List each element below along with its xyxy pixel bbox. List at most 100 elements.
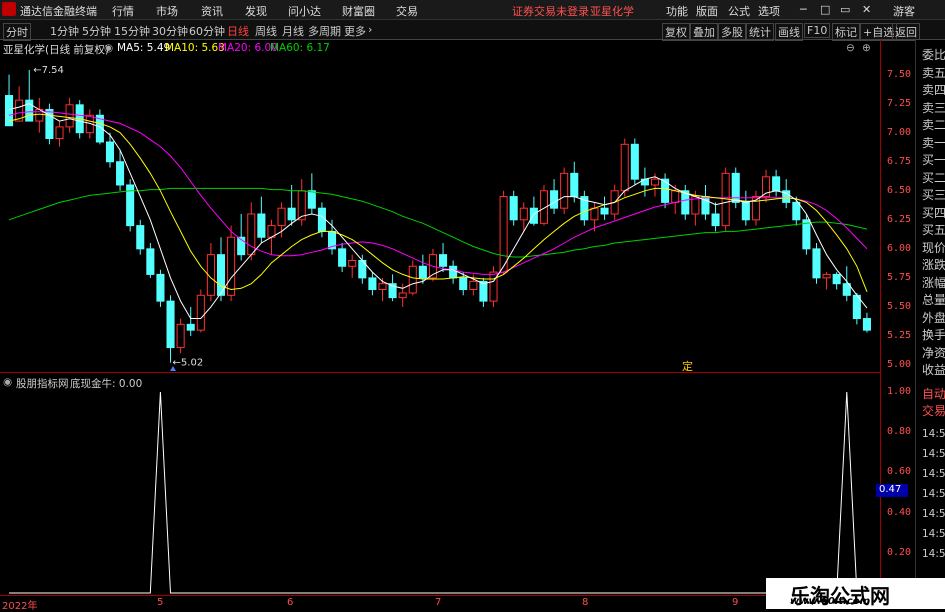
tab-weekly[interactable]: 周线 xyxy=(255,23,277,39)
order-book-label: 卖二 xyxy=(922,118,945,132)
candle-up xyxy=(499,196,508,273)
title-bar: 通达信金融终端 行情 市场 资讯 发现 问小达 财富圈 交易 证券交易未登录 亚… xyxy=(0,0,945,20)
candle-down xyxy=(600,207,609,215)
multi-stock-button[interactable]: 多股 xyxy=(718,23,746,41)
candle-down xyxy=(105,141,115,163)
tab-60min[interactable]: 60分钟 xyxy=(189,23,225,39)
price-tick-label: 5.00 xyxy=(887,359,912,370)
candle-down xyxy=(529,207,538,224)
menu-quotes[interactable]: 行情 xyxy=(112,3,134,19)
menu-wealth[interactable]: 财富圈 xyxy=(342,3,375,19)
restore-icon[interactable]: □ xyxy=(820,3,830,16)
tick-time: 14:56 xyxy=(922,488,945,500)
candle-down xyxy=(459,277,468,290)
price-axis: 7.50 7.25 7.00 6.75 6.50 6.25 6.00 5.75 5.50 5.25… xyxy=(880,40,915,609)
candle-down xyxy=(439,254,448,267)
tab-1min[interactable]: 1分钟 xyxy=(50,23,79,39)
menu-options[interactable]: 选项 xyxy=(758,3,780,19)
price-tick-label: 7.25 xyxy=(887,97,912,109)
candle-up xyxy=(277,207,286,227)
menu-discover[interactable]: 发现 xyxy=(245,3,267,19)
f10-button[interactable]: F10 xyxy=(804,23,831,38)
candle-up xyxy=(620,143,629,192)
ma5-label: MA5: 5.49 xyxy=(117,42,171,54)
candle-down xyxy=(307,190,316,209)
indicator-tick-label: 0.60 xyxy=(887,466,912,478)
indicator-line xyxy=(9,391,867,594)
candle-up xyxy=(590,207,599,221)
overlay-button[interactable]: 叠加 xyxy=(690,23,718,41)
mark-button[interactable]: 标记 xyxy=(832,23,860,41)
tab-daily[interactable]: 日线 xyxy=(227,23,249,39)
order-book-label: 总量 xyxy=(922,293,945,307)
candle-down xyxy=(772,176,781,192)
date-label-jul: 7 xyxy=(435,597,442,608)
tick-time: 14:55 xyxy=(922,468,945,480)
order-book-label: 涨幅 xyxy=(922,275,945,290)
auto-trade-label[interactable]: 自动 xyxy=(922,385,945,402)
indicator-tick-label: 0.80 xyxy=(887,426,912,438)
order-book-label: 买二 xyxy=(922,170,945,185)
order-book-label: 买五 xyxy=(922,223,945,237)
candle-down xyxy=(156,273,165,302)
maximize-icon[interactable]: ▭ xyxy=(840,3,850,16)
auto-trade-label[interactable]: 交易 xyxy=(922,402,945,419)
indicator-chart[interactable] xyxy=(0,388,880,595)
candle-up xyxy=(519,207,528,221)
indicator-settings-icon[interactable]: ◉ xyxy=(3,376,12,388)
order-book-label: 卖四 xyxy=(922,83,945,97)
settings-icon[interactable]: ◉ xyxy=(104,42,113,54)
login-notice[interactable]: 证券交易未登录 xyxy=(512,3,589,19)
ma60-label: MA60: 6.17 xyxy=(270,42,330,54)
period-toolbar: 分时 1分钟 5分钟 15分钟 30分钟 60分钟 日线 周线 月线 多周期 更… xyxy=(0,20,945,41)
menu-function[interactable]: 功能 xyxy=(666,3,688,19)
zoom-in-icon[interactable]: ⊕ xyxy=(862,42,871,54)
menu-formula[interactable]: 公式 xyxy=(728,3,750,19)
more-chevron-icon[interactable]: › xyxy=(368,23,372,36)
candle-up xyxy=(671,190,680,203)
order-book-label: 净资 xyxy=(922,345,945,360)
order-book-label: 委比 xyxy=(922,48,945,62)
menu-trade[interactable]: 交易 xyxy=(396,3,418,19)
tab-intraday[interactable]: 分时 xyxy=(3,23,31,41)
candle-down xyxy=(257,213,266,238)
price-tick-label: 7.00 xyxy=(887,126,912,138)
candle-up xyxy=(348,259,357,267)
tab-monthly[interactable]: 月线 xyxy=(282,23,304,39)
tab-more[interactable]: 更多 xyxy=(344,23,366,39)
menu-news[interactable]: 资讯 xyxy=(201,3,223,19)
date-label-jun: 6 xyxy=(287,597,294,608)
candle-down xyxy=(166,300,175,349)
menu-market[interactable]: 市场 xyxy=(156,3,178,19)
close-icon[interactable]: ✕ xyxy=(862,3,871,16)
price-tick-label: 6.00 xyxy=(887,242,912,254)
back-button[interactable]: 返回 xyxy=(892,23,920,41)
date-label-year: 2022年 xyxy=(2,601,38,612)
candle-down xyxy=(317,207,326,232)
tick-time: 14:55 xyxy=(922,448,945,460)
tab-15min[interactable]: 15分钟 xyxy=(114,23,150,39)
adjust-button[interactable]: 复权 xyxy=(662,23,690,41)
statistics-button[interactable]: 统计 xyxy=(746,23,774,41)
candle-down xyxy=(711,213,720,227)
candlestick-chart[interactable]: ←7.54 ←5.02 定 xyxy=(0,55,880,372)
chart-header: 亚星化学(日线 前复权) ◉ MA5: 5.49 MA10: 5.63 MA20… xyxy=(0,40,880,56)
draw-line-button[interactable]: 画线 xyxy=(775,23,803,41)
zoom-out-icon[interactable]: ⊖ xyxy=(846,42,855,54)
indicator-tick-label: 0.40 xyxy=(887,506,912,518)
guest-label[interactable]: 游客 xyxy=(893,3,915,19)
menu-ask[interactable]: 问小达 xyxy=(288,3,321,19)
candle-down xyxy=(640,178,649,186)
menu-layout[interactable]: 版面 xyxy=(696,3,718,19)
tab-multi-period[interactable]: 多周期 xyxy=(308,23,341,39)
tick-time: 14:56 xyxy=(922,528,945,540)
candle-down xyxy=(741,201,750,221)
indicator-header: ◉ 股朋指标网 底现金牛: 0.00 xyxy=(0,372,880,390)
tab-5min[interactable]: 5分钟 xyxy=(82,23,111,39)
candle-down xyxy=(570,172,579,198)
order-book-label: 现价 xyxy=(922,240,945,255)
candle-up xyxy=(469,280,478,291)
minimize-icon[interactable]: ─ xyxy=(800,3,807,16)
date-label-aug: 8 xyxy=(582,597,589,608)
tab-30min[interactable]: 30分钟 xyxy=(152,23,188,39)
